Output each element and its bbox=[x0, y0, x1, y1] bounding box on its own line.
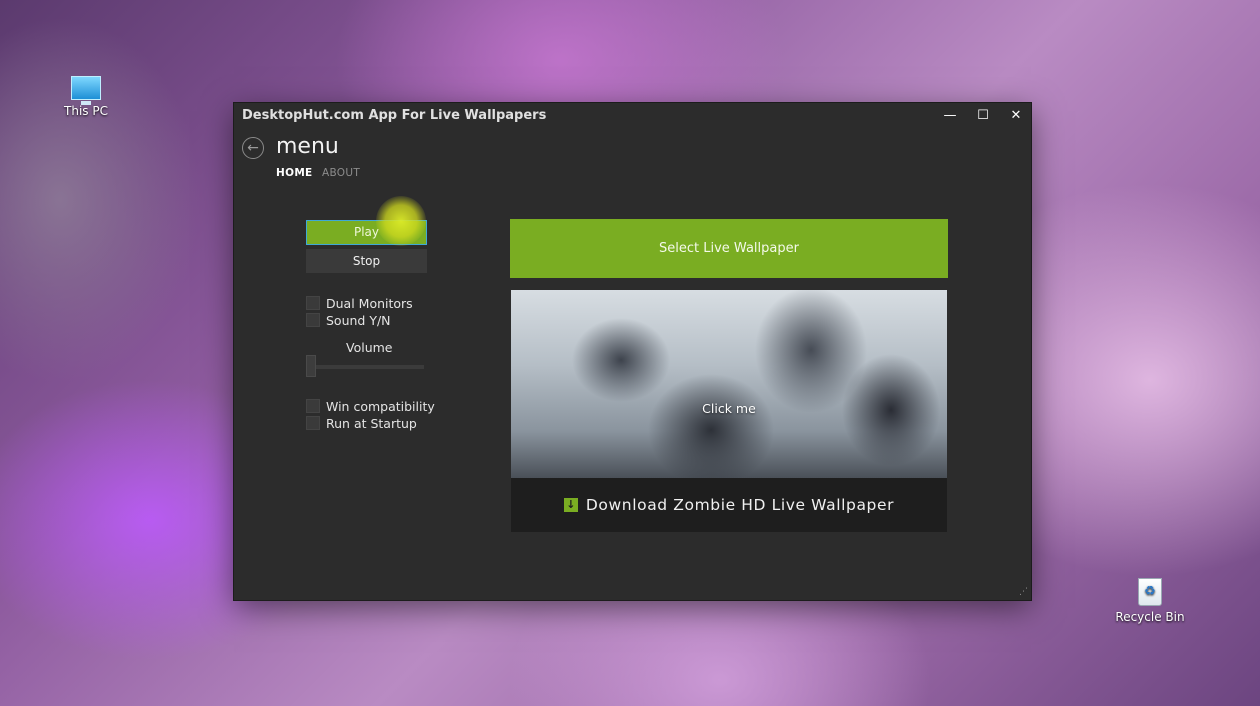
desktop-icon-label: Recycle Bin bbox=[1115, 610, 1185, 624]
tab-about[interactable]: ABOUT bbox=[322, 167, 360, 179]
checkbox-box[interactable] bbox=[306, 296, 320, 310]
download-button[interactable]: ↓ Download Zombie HD Live Wallpaper bbox=[511, 478, 947, 532]
computer-icon bbox=[71, 76, 101, 105]
page-title: menu bbox=[276, 134, 339, 159]
checkbox-box[interactable] bbox=[306, 416, 320, 430]
download-label: Download Zombie HD Live Wallpaper bbox=[585, 496, 895, 514]
stop-button[interactable]: Stop bbox=[306, 249, 427, 273]
win-compatibility-checkbox[interactable]: Win compatibility bbox=[306, 398, 435, 414]
checkbox-label: Dual Monitors bbox=[326, 295, 413, 311]
sound-checkbox[interactable]: Sound Y/N bbox=[306, 312, 391, 328]
title-bar[interactable]: DesktopHut.com App For Live Wallpapers —… bbox=[234, 103, 1031, 129]
checkbox-label: Sound Y/N bbox=[326, 312, 391, 328]
preview-click-label: Click me bbox=[702, 401, 756, 416]
volume-slider-track[interactable] bbox=[312, 365, 424, 369]
desktop-icon-this-pc[interactable]: This PC bbox=[46, 76, 126, 118]
checkbox-label: Win compatibility bbox=[326, 398, 435, 414]
checkbox-label: Run at Startup bbox=[326, 415, 417, 431]
back-arrow-icon[interactable]: ← bbox=[242, 137, 264, 159]
checkbox-box[interactable] bbox=[306, 313, 320, 327]
desktop-icon-label: This PC bbox=[64, 104, 108, 118]
close-button[interactable]: ✕ bbox=[1001, 105, 1031, 127]
run-at-startup-checkbox[interactable]: Run at Startup bbox=[306, 415, 417, 431]
download-icon: ↓ bbox=[563, 498, 578, 512]
app-window: DesktopHut.com App For Live Wallpapers —… bbox=[234, 103, 1031, 600]
select-live-wallpaper-button[interactable]: Select Live Wallpaper bbox=[510, 219, 948, 278]
play-button[interactable]: Play bbox=[306, 220, 427, 245]
resize-grip-icon[interactable]: ⋰ bbox=[1018, 587, 1028, 597]
recycle-bin-icon: ♻ bbox=[1138, 578, 1162, 606]
window-title: DesktopHut.com App For Live Wallpapers bbox=[242, 108, 547, 123]
checkbox-box[interactable] bbox=[306, 399, 320, 413]
maximize-button[interactable]: ☐ bbox=[968, 105, 998, 127]
volume-slider-thumb[interactable] bbox=[306, 355, 316, 377]
desktop-icon-recycle-bin[interactable]: ♻ Recycle Bin bbox=[1110, 578, 1190, 624]
dual-monitors-checkbox[interactable]: Dual Monitors bbox=[306, 295, 413, 311]
tab-home[interactable]: HOME bbox=[276, 167, 313, 179]
volume-label: Volume bbox=[346, 340, 393, 355]
wallpaper-preview[interactable]: Click me bbox=[511, 290, 947, 478]
minimize-button[interactable]: — bbox=[935, 105, 965, 127]
